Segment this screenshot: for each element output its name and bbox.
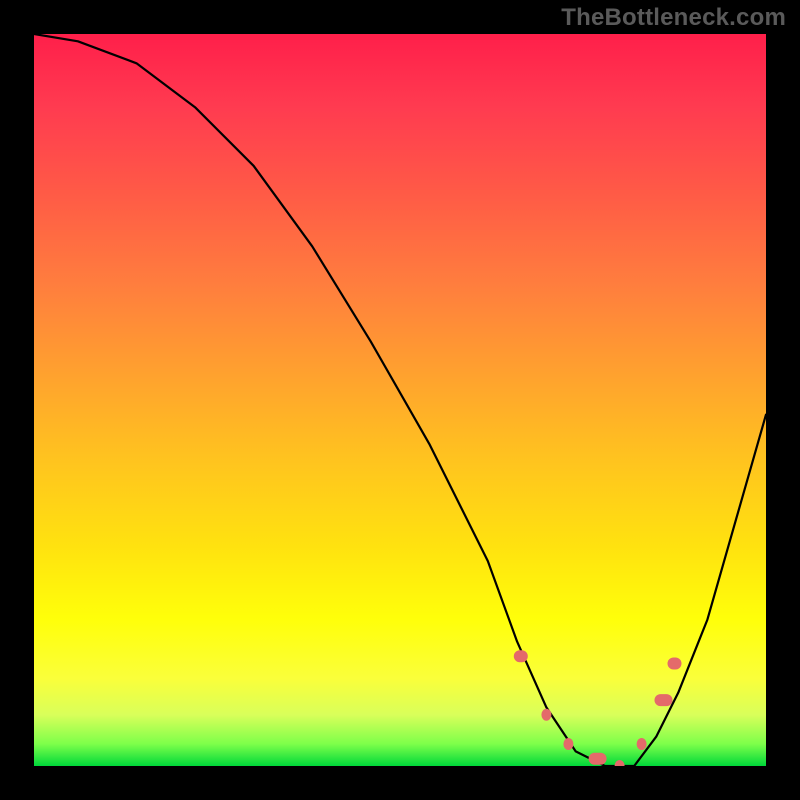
marker-fit-valley-out	[637, 738, 647, 750]
marker-fit-end	[668, 658, 682, 670]
chart-svg	[34, 34, 766, 766]
marker-fit-left-inner	[541, 709, 551, 721]
marker-fit-right-inner	[655, 694, 673, 706]
watermark-text: TheBottleneck.com	[561, 4, 786, 32]
optimality-curve	[34, 34, 766, 766]
marker-fit-start	[514, 650, 528, 662]
chart-container: TheBottleneck.com	[0, 0, 800, 800]
marker-fit-valley	[589, 753, 607, 765]
marker-fit-valley-mid	[615, 760, 625, 766]
marker-fit-valley-in	[563, 738, 573, 750]
plot-background	[34, 34, 766, 766]
marker-group	[514, 650, 682, 766]
